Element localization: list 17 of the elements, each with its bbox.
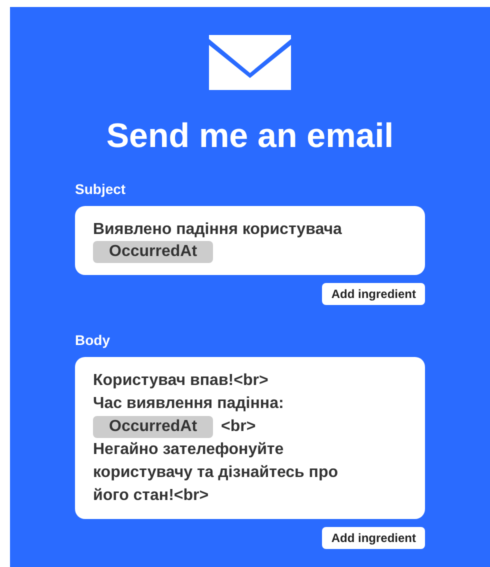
envelope-icon [209,35,291,90]
field-text: Виявлено падіння користувача [93,220,342,240]
ingredient-chip[interactable]: OccurredAt [93,416,214,438]
page-title: Send me an email [106,116,394,156]
field-text: Негайно зателефонуйте [93,440,284,460]
field-label: Body [75,331,110,349]
field-text: Користувач впав!<br> [93,371,268,391]
field-text: <br> [221,417,256,437]
field-text: його стан!<br> [93,486,209,506]
field-label: Subject [75,180,126,198]
ingredient-chip[interactable]: OccurredAt [93,241,214,263]
field-text: користувачу та дізнайтесь про [93,463,338,483]
field-text: Час виявлення падінна: [93,394,284,414]
add-ingredient-button[interactable]: Add ingredient [322,527,425,549]
add-ingredient-button[interactable]: Add ingredient [322,283,425,305]
text-field[interactable]: Користувач впав!<br> Час виявлення падінна: OccurredAt <br> Негайно зателефонуйте користувачу та дізнайтесь про його стан!<br> [75,357,425,519]
text-field[interactable]: Виявлено падіння користувача OccurredAt [75,206,425,275]
